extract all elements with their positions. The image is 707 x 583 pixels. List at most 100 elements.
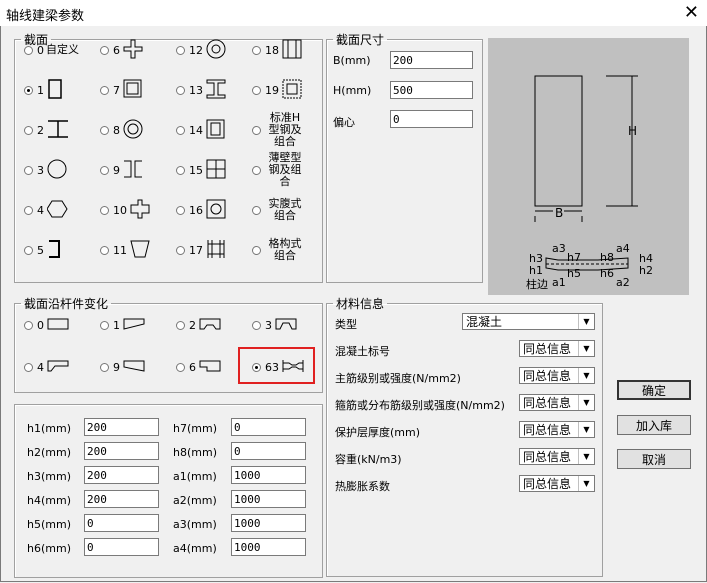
param-input-h7[interactable] <box>231 418 306 436</box>
param-input-a2[interactable] <box>231 490 306 508</box>
radio-circle[interactable] <box>24 125 33 135</box>
param-input-h2[interactable] <box>84 442 159 460</box>
param-label: h2(mm) <box>27 446 71 459</box>
param-input-h4[interactable] <box>84 490 159 508</box>
section-option-13[interactable]: 13 <box>176 79 228 100</box>
radio-circle[interactable] <box>100 85 109 95</box>
close-icon[interactable]: ✕ <box>684 2 699 23</box>
section-option-1[interactable]: 1 <box>24 78 69 100</box>
h-input[interactable] <box>390 81 473 99</box>
section-option-composite-22[interactable]: 实腹式组合 <box>252 198 303 222</box>
section-option-19[interactable]: 19 <box>252 79 304 100</box>
radio-circle[interactable] <box>24 205 33 215</box>
material-select-4[interactable]: 同总信息 ▼ <box>519 421 595 438</box>
material-select-3[interactable]: 同总信息 ▼ <box>519 394 595 411</box>
offset-input[interactable] <box>390 110 473 128</box>
cancel-button[interactable]: 取消 <box>617 449 691 469</box>
section-option-0[interactable]: 0 自定义 <box>24 40 79 60</box>
section-shape-17-icon <box>206 239 228 262</box>
radio-circle[interactable] <box>100 245 109 255</box>
radio-circle[interactable] <box>252 45 261 55</box>
chevron-down-icon[interactable]: ▼ <box>578 449 594 464</box>
radio-circle[interactable] <box>252 320 261 330</box>
radio-circle[interactable] <box>176 362 185 372</box>
material-select-0[interactable]: 混凝土 ▼ <box>462 313 595 330</box>
param-label: a1(mm) <box>173 470 217 483</box>
section-option-7[interactable]: 7 <box>100 79 145 100</box>
radio-circle[interactable] <box>100 205 109 215</box>
ok-button[interactable]: 确定 <box>617 380 691 400</box>
section-option-18[interactable]: 18 <box>252 39 304 60</box>
section-option-10[interactable]: 10 <box>100 199 152 220</box>
chevron-down-icon[interactable]: ▼ <box>578 341 594 356</box>
section-option-4[interactable]: 4 <box>24 200 69 220</box>
option-number: 2 <box>37 123 44 137</box>
section-option-15[interactable]: 15 <box>176 159 228 180</box>
radio-circle[interactable] <box>100 125 109 135</box>
radio-circle[interactable] <box>24 320 33 330</box>
radio-circle[interactable] <box>252 125 261 135</box>
radio-circle[interactable] <box>100 165 109 175</box>
section-option-9[interactable]: 9 <box>100 160 145 180</box>
section-option-composite-23[interactable]: 格构式组合 <box>252 238 303 262</box>
param-input-h5[interactable] <box>84 514 159 532</box>
radio-circle[interactable] <box>176 320 185 330</box>
radio-circle[interactable] <box>24 165 33 175</box>
param-input-a1[interactable] <box>231 466 306 484</box>
variation-option-1[interactable]: 1 <box>100 315 147 335</box>
radio-circle[interactable] <box>24 85 33 95</box>
param-label: h8(mm) <box>173 446 217 459</box>
variation-option-3[interactable]: 3 <box>252 315 299 335</box>
radio-circle[interactable] <box>24 245 33 255</box>
radio-circle[interactable] <box>252 205 261 215</box>
section-option-12[interactable]: 12 <box>176 39 228 60</box>
chevron-down-icon[interactable]: ▼ <box>578 476 594 491</box>
b-input[interactable] <box>390 51 473 69</box>
chevron-down-icon[interactable]: ▼ <box>578 395 594 410</box>
chevron-down-icon[interactable]: ▼ <box>578 422 594 437</box>
radio-circle[interactable] <box>100 362 109 372</box>
radio-circle[interactable] <box>24 362 33 372</box>
section-option-8[interactable]: 8 <box>100 119 145 140</box>
radio-circle[interactable] <box>176 245 185 255</box>
radio-circle[interactable] <box>24 45 33 55</box>
section-option-composite-20[interactable]: 标准H型钢及组合 <box>252 112 303 148</box>
section-option-3[interactable]: 3 <box>24 159 69 180</box>
radio-circle[interactable] <box>176 45 185 55</box>
radio-circle[interactable] <box>100 45 109 55</box>
section-option-14[interactable]: 14 <box>176 119 228 140</box>
radio-circle[interactable] <box>176 205 185 215</box>
radio-circle[interactable] <box>176 125 185 135</box>
section-option-17[interactable]: 17 <box>176 239 228 262</box>
section-option-composite-21[interactable]: 薄壁型钢及组合 <box>252 152 303 188</box>
variation-option-9[interactable]: 9 <box>100 357 147 377</box>
material-select-2[interactable]: 同总信息 ▼ <box>519 367 595 384</box>
param-input-h1[interactable] <box>84 418 159 436</box>
param-input-h8[interactable] <box>231 442 306 460</box>
section-option-6[interactable]: 6 <box>100 39 145 60</box>
section-option-2[interactable]: 2 <box>24 119 69 140</box>
chevron-down-icon[interactable]: ▼ <box>578 314 594 329</box>
radio-circle[interactable] <box>252 165 261 175</box>
param-input-h6[interactable] <box>84 538 159 556</box>
param-input-a4[interactable] <box>231 538 306 556</box>
material-select-6[interactable]: 同总信息 ▼ <box>519 475 595 492</box>
param-input-a3[interactable] <box>231 514 306 532</box>
param-input-h3[interactable] <box>84 466 159 484</box>
material-select-5[interactable]: 同总信息 ▼ <box>519 448 595 465</box>
section-option-11[interactable]: 11 <box>100 240 152 260</box>
variation-option-0[interactable]: 0 <box>24 315 71 335</box>
radio-circle[interactable] <box>252 245 261 255</box>
radio-circle[interactable] <box>176 85 185 95</box>
variation-option-6[interactable]: 6 <box>176 357 223 377</box>
variation-option-4[interactable]: 4 <box>24 357 71 377</box>
add-to-library-button[interactable]: 加入库 <box>617 415 691 435</box>
radio-circle[interactable] <box>100 320 109 330</box>
radio-circle[interactable] <box>252 85 261 95</box>
chevron-down-icon[interactable]: ▼ <box>578 368 594 383</box>
material-select-1[interactable]: 同总信息 ▼ <box>519 340 595 357</box>
section-option-16[interactable]: 16 <box>176 199 228 220</box>
radio-circle[interactable] <box>176 165 185 175</box>
variation-option-2[interactable]: 2 <box>176 315 223 335</box>
section-option-5[interactable]: 5 <box>24 239 69 260</box>
